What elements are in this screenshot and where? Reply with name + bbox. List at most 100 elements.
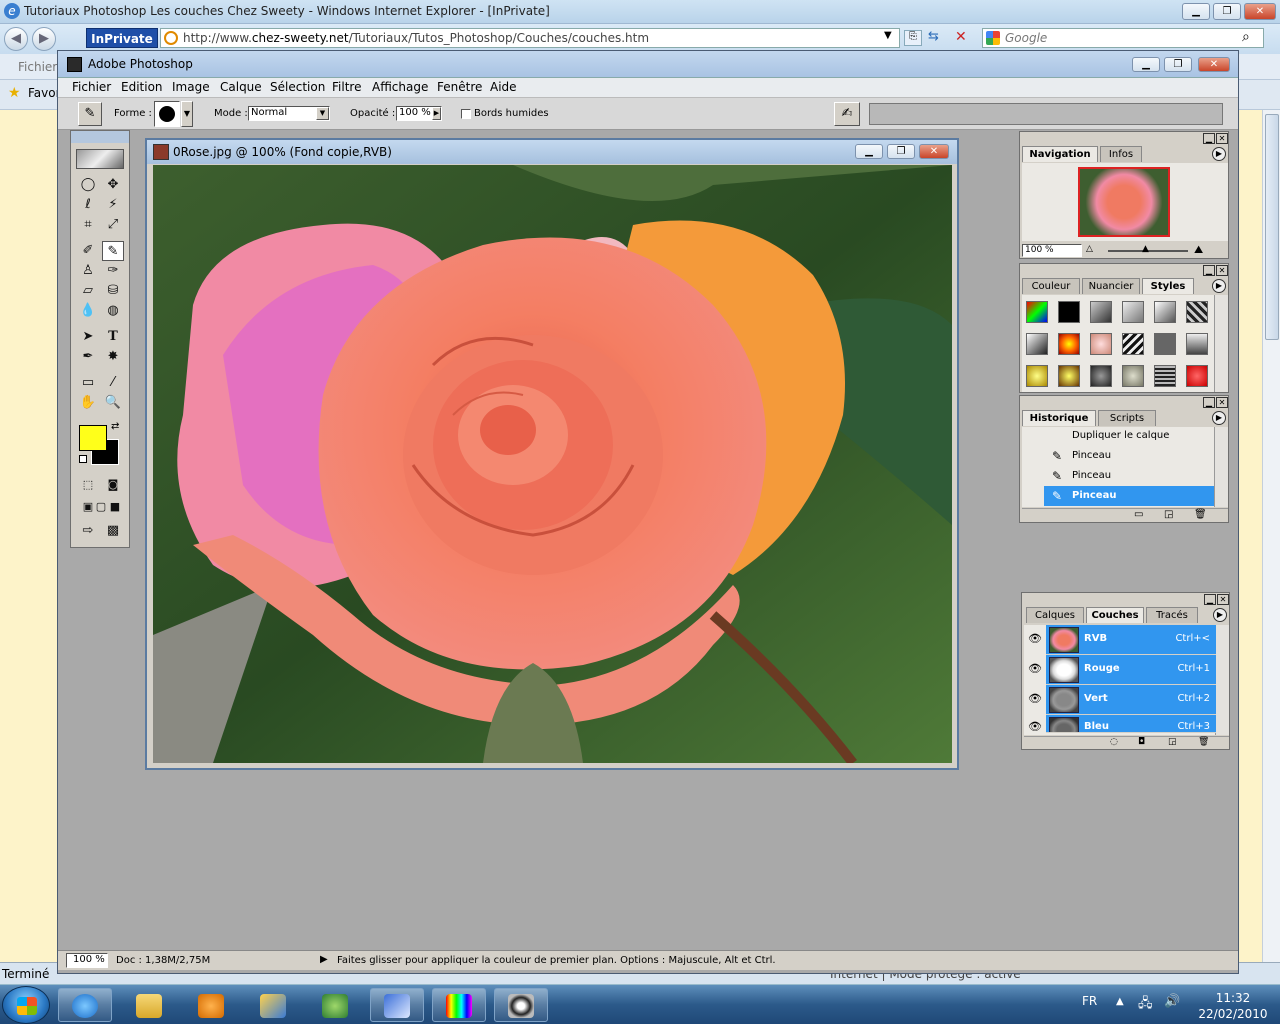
lasso-tool-icon[interactable]: ℓ xyxy=(77,195,99,215)
taskbar-photoshop[interactable] xyxy=(432,988,486,1022)
load-channel-as-selection-icon[interactable]: ◌ xyxy=(1110,737,1118,747)
opacity-slider-arrow-icon[interactable]: ▶ xyxy=(432,107,441,120)
brush-tool-icon[interactable]: ✎ xyxy=(102,241,124,261)
style-swatch[interactable] xyxy=(1090,365,1112,387)
styles-close-icon[interactable]: ✕ xyxy=(1216,265,1228,276)
favorites-label[interactable]: Favor xyxy=(28,86,61,100)
ps-minimize-button[interactable]: ▁ xyxy=(1132,57,1160,72)
type-tool-icon[interactable]: T xyxy=(102,327,124,347)
navigator-menu-icon[interactable]: ▶ xyxy=(1212,147,1226,161)
taskbar-explorer[interactable] xyxy=(122,988,176,1022)
ps-close-button[interactable]: ✕ xyxy=(1198,57,1230,72)
menu-image[interactable]: Image xyxy=(172,80,210,94)
brush-shape-picker[interactable] xyxy=(154,101,180,127)
imageready-icon[interactable]: ▩ xyxy=(102,521,124,541)
eye-icon[interactable]: 👁 xyxy=(1028,662,1042,676)
delete-channel-icon[interactable]: 🗑 xyxy=(1198,737,1209,747)
page-scrollbar[interactable] xyxy=(1262,110,1280,962)
eye-icon[interactable]: 👁 xyxy=(1028,692,1042,706)
style-swatch[interactable] xyxy=(1154,333,1176,355)
style-swatch[interactable] xyxy=(1186,301,1208,323)
standard-mode-icon[interactable]: ⬚ xyxy=(77,475,99,495)
network-icon[interactable]: 🖧 xyxy=(1138,994,1153,1016)
tab-calques[interactable]: Calques xyxy=(1026,607,1084,623)
style-swatch[interactable] xyxy=(1026,365,1048,387)
back-icon[interactable]: ◀ xyxy=(4,27,28,51)
channels-close-icon[interactable]: ✕ xyxy=(1217,594,1229,605)
eye-icon[interactable]: 👁 xyxy=(1028,632,1042,646)
paint-bucket-tool-icon[interactable]: ⛁ xyxy=(102,281,124,301)
brush-dropdown-icon[interactable]: ▼ xyxy=(181,101,193,127)
style-swatch[interactable] xyxy=(1154,301,1176,323)
pen-tool-icon[interactable]: ✒ xyxy=(77,347,99,367)
doc-minimize-button[interactable]: ▁ xyxy=(855,144,883,159)
opacity-field[interactable]: 100 % ▶ xyxy=(396,106,442,121)
adobe-online-icon[interactable] xyxy=(76,149,124,169)
stop-icon[interactable]: ✕ xyxy=(955,29,967,45)
taskbar-imageready[interactable] xyxy=(494,988,548,1022)
sponge-tool-icon[interactable]: ◍ xyxy=(102,301,124,321)
navigator-minimize-icon[interactable]: ▁ xyxy=(1203,133,1215,144)
toolbox-grip[interactable] xyxy=(71,131,129,143)
address-bar[interactable]: http://www.chez-sweety.net/Tutoriaux/Tut… xyxy=(160,28,900,48)
zoom-slider-thumb-icon[interactable]: ▲ xyxy=(1142,244,1149,254)
tab-styles[interactable]: Styles xyxy=(1142,278,1194,294)
history-brush-tool-icon[interactable]: ✑ xyxy=(102,261,124,281)
channel-row[interactable]: Rouge Ctrl+1 xyxy=(1046,655,1216,685)
channel-row[interactable]: Bleu Ctrl+3 xyxy=(1046,715,1216,733)
image-canvas[interactable] xyxy=(153,165,952,763)
blur-tool-icon[interactable]: 💧 xyxy=(77,301,99,321)
search-icon[interactable]: ⌕ xyxy=(1242,29,1250,45)
style-swatch[interactable] xyxy=(1122,365,1144,387)
styles-menu-icon[interactable]: ▶ xyxy=(1212,279,1226,293)
doc-restore-button[interactable]: ❐ xyxy=(887,144,915,159)
menu-calque[interactable]: Calque xyxy=(220,80,262,94)
move-tool-icon[interactable]: ✥ xyxy=(102,175,124,195)
new-document-from-state-icon[interactable]: ▭ xyxy=(1134,509,1143,520)
compatibility-view-icon[interactable]: ⎘ xyxy=(904,30,922,46)
crop-tool-icon[interactable]: ⌗ xyxy=(77,215,99,235)
clone-stamp-tool-icon[interactable]: ♙ xyxy=(77,261,99,281)
history-close-icon[interactable]: ✕ xyxy=(1216,397,1228,408)
search-input[interactable]: Google xyxy=(982,28,1264,48)
taskbar-app[interactable] xyxy=(370,988,424,1022)
brush-tool-preset-icon[interactable]: ✎ xyxy=(78,102,102,126)
forward-icon[interactable]: ▶ xyxy=(32,27,56,51)
screen-mode-full-icon[interactable]: ■ xyxy=(104,497,126,517)
history-menu-icon[interactable]: ▶ xyxy=(1212,411,1226,425)
brush-palette-icon[interactable]: ✍ xyxy=(834,102,860,126)
palette-well[interactable] xyxy=(869,103,1223,125)
zoom-in-icon[interactable]: ⛰ xyxy=(1194,243,1203,257)
wet-edges-checkbox[interactable] xyxy=(461,109,471,119)
style-swatch[interactable] xyxy=(1026,333,1048,355)
refresh-icon[interactable]: ⇆ xyxy=(928,29,939,44)
quick-mask-mode-icon[interactable]: ◙ xyxy=(102,475,124,495)
menu-edition[interactable]: Edition xyxy=(121,80,163,94)
volume-icon[interactable]: 🔊 xyxy=(1164,994,1180,1009)
style-swatch[interactable] xyxy=(1058,333,1080,355)
marquee-tool-icon[interactable]: ◯ xyxy=(77,175,99,195)
history-item[interactable]: ✎ Pinceau xyxy=(1044,446,1214,466)
new-channel-icon[interactable]: ◲ xyxy=(1168,737,1177,747)
channel-row[interactable]: Vert Ctrl+2 xyxy=(1046,685,1216,715)
tray-expand-icon[interactable]: ▲ xyxy=(1116,996,1124,1007)
ps-restore-button[interactable]: ❐ xyxy=(1164,57,1192,72)
menu-fenetre[interactable]: Fenêtre xyxy=(437,80,482,94)
clock[interactable]: 11:32 22/02/2010 xyxy=(1194,990,1272,1022)
ie-restore-button[interactable]: ❐ xyxy=(1213,3,1241,20)
page-scrollbar-thumb[interactable] xyxy=(1265,114,1279,340)
style-swatch[interactable] xyxy=(1186,333,1208,355)
style-swatch[interactable] xyxy=(1154,365,1176,387)
zoom-out-icon[interactable]: △ xyxy=(1086,244,1093,254)
tab-scripts[interactable]: Scripts xyxy=(1098,410,1156,426)
favorites-star-icon[interactable]: ★ xyxy=(8,85,21,101)
eyedropper-tool-icon[interactable]: ⁄ xyxy=(102,373,124,393)
channels-minimize-icon[interactable]: ▁ xyxy=(1204,594,1216,605)
custom-shape-tool-icon[interactable]: ✸ xyxy=(102,347,124,367)
swap-colors-icon[interactable]: ⇄ xyxy=(111,421,119,432)
save-selection-as-channel-icon[interactable]: ◘ xyxy=(1138,737,1145,747)
style-swatch[interactable] xyxy=(1090,301,1112,323)
mode-dropdown-icon[interactable]: ▼ xyxy=(316,107,329,120)
history-minimize-icon[interactable]: ▁ xyxy=(1203,397,1215,408)
navigator-thumbnail[interactable] xyxy=(1078,167,1170,237)
